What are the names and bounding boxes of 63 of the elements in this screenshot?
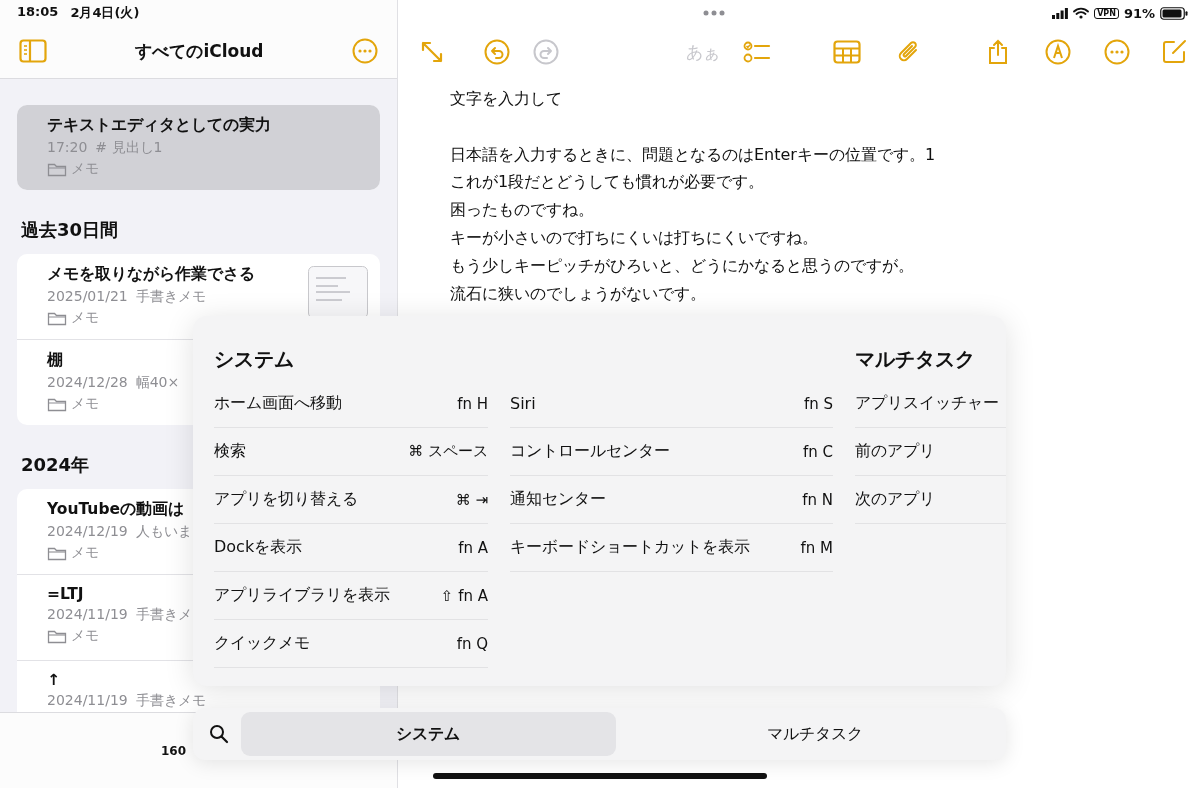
section-heading: 2024年 xyxy=(20,453,91,477)
key-combo: fn M xyxy=(800,538,833,557)
text-line: 日本語を入力するときに、問題となるのはEnterキーの位置です。1 xyxy=(450,143,936,166)
text-line: もう少しキーピッチがひろいと、どうにかなると思うのですが。 xyxy=(450,254,914,277)
vpn-badge: VPN xyxy=(1094,7,1119,19)
note-date: 2024/11/19 xyxy=(47,606,128,624)
note-detail: 手書きメ xyxy=(135,606,192,624)
shortcut-label: 次のアプリ xyxy=(855,489,935,510)
key-combo: ⇧ fn A xyxy=(440,586,488,605)
shortcut-label: キーボードショートカットを表示 xyxy=(510,537,750,558)
shortcut-label: ホーム画面へ移動 xyxy=(214,393,342,414)
status-date: 2月4日(火) xyxy=(70,4,140,22)
column-heading: マルチタスク xyxy=(855,346,976,373)
note-count: 160 xyxy=(160,743,187,758)
text-line: 文字を入力して xyxy=(450,88,562,110)
column-heading: システム xyxy=(214,346,295,373)
text-line: キーが小さいので打ちにくいは打ちにくいですね。 xyxy=(450,227,818,249)
note-date: 2024/12/28 xyxy=(47,374,128,392)
text-line: 困ったものですね。 xyxy=(450,199,594,222)
note-title: 棚 xyxy=(47,350,64,371)
note-title: テキストエディタとしての実力 xyxy=(47,115,271,136)
key-combo: fn S xyxy=(803,394,833,413)
note-detail: # 見出し1 xyxy=(95,139,163,157)
battery-percent: 91% xyxy=(1123,5,1155,21)
note-detail: 人もいま xyxy=(135,523,192,541)
folder-name: メモ xyxy=(71,160,99,178)
key-combo: fn N xyxy=(802,490,833,509)
note-title: =LTJ xyxy=(47,585,85,603)
note-date: 17:20 xyxy=(47,139,88,157)
folder-name: メモ xyxy=(71,544,99,562)
shortcut-label: 検索 xyxy=(214,441,246,462)
shortcut-label: 通知センター xyxy=(510,489,606,510)
key-combo: fn A xyxy=(458,538,488,557)
key-combo: ⌘ スペース xyxy=(408,442,488,461)
folder-name: メモ xyxy=(71,395,99,413)
shortcut-label: アプリライブラリを表示 xyxy=(214,585,390,606)
shortcut-label: アプリスイッチャー xyxy=(855,393,999,414)
note-title: ↑ xyxy=(47,671,61,689)
text-line: 流石に狭いのでしょうがないです。 xyxy=(450,282,706,305)
folder-name: メモ xyxy=(71,627,99,645)
shortcut-label: アプリを切り替える xyxy=(214,489,358,510)
note-date: 2024/12/19 xyxy=(47,523,128,541)
shortcut-label: Dockを表示 xyxy=(214,537,303,558)
key-combo: fn C xyxy=(802,442,833,461)
key-combo: ⌘ ⇥ xyxy=(455,490,488,509)
key-combo: fn H xyxy=(457,394,488,413)
note-detail: 手書きメモ xyxy=(135,288,206,306)
folder-name: メモ xyxy=(71,309,99,327)
note-title: メモを取りながら作業でさる xyxy=(47,264,255,285)
text-line: これが1段だとどうしても慣れが必要です。 xyxy=(450,171,765,194)
status-time: 18:05 xyxy=(17,4,59,21)
note-date: 2024/11/19 xyxy=(47,692,128,710)
shortcut-label: Siri xyxy=(510,394,536,413)
note-detail: 幅40× xyxy=(135,374,180,392)
shortcut-label: コントロールセンター xyxy=(510,441,670,462)
shortcut-label: 前のアプリ xyxy=(855,441,935,462)
shortcut-label: クイックメモ xyxy=(214,633,310,654)
section-heading: 過去30日間 xyxy=(20,218,120,242)
note-detail: 手書きメモ xyxy=(135,692,206,710)
sidebar-title: すべてのiCloud xyxy=(135,39,264,63)
key-combo: fn Q xyxy=(456,634,488,653)
note-title: YouTubeの動画は xyxy=(47,499,185,520)
note-date: 2025/01/21 xyxy=(47,288,128,306)
